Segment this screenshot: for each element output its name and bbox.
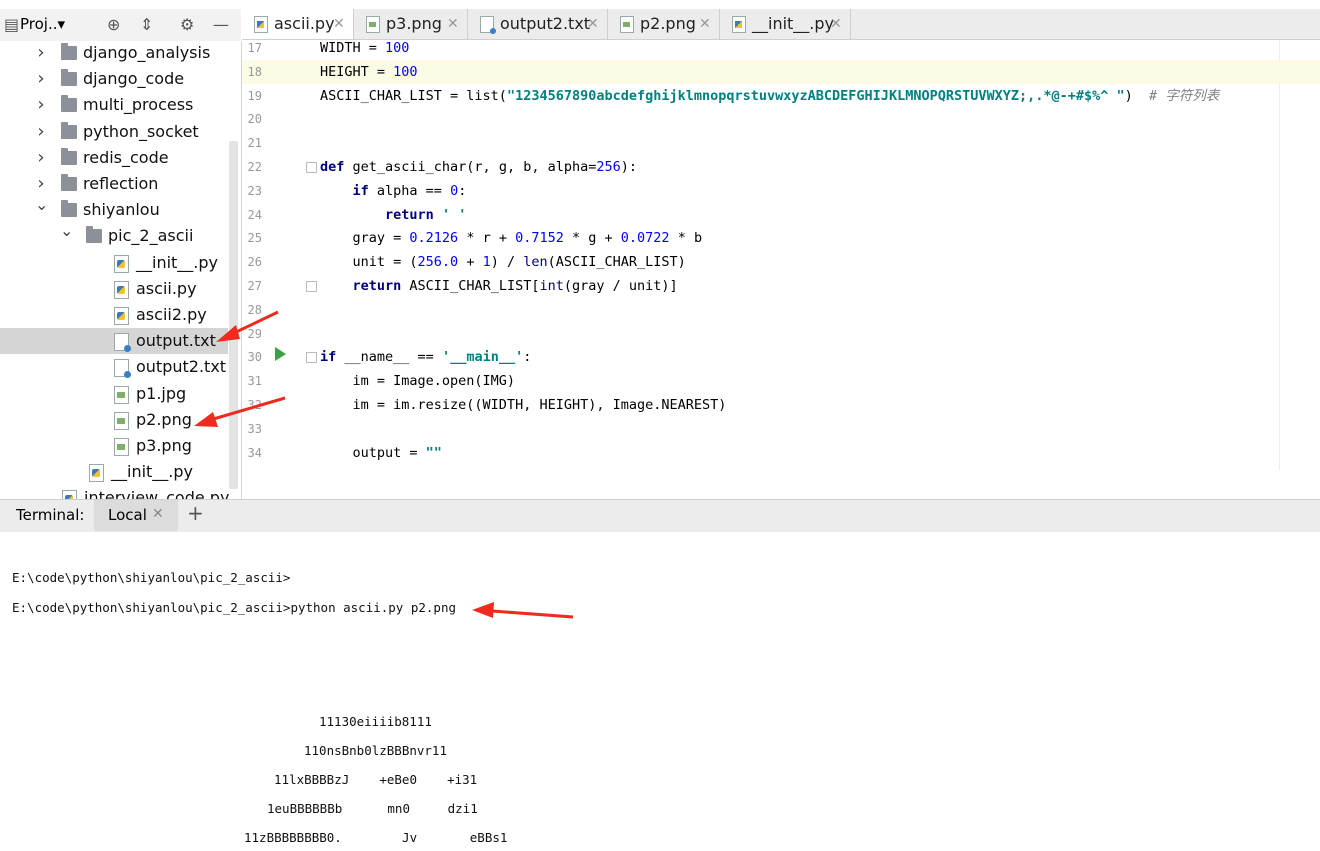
red-arrow-icon: [472, 602, 574, 619]
annotation-arrows: [194, 310, 574, 619]
red-arrow-icon: [216, 310, 279, 342]
red-arrow-icon: [194, 396, 286, 427]
